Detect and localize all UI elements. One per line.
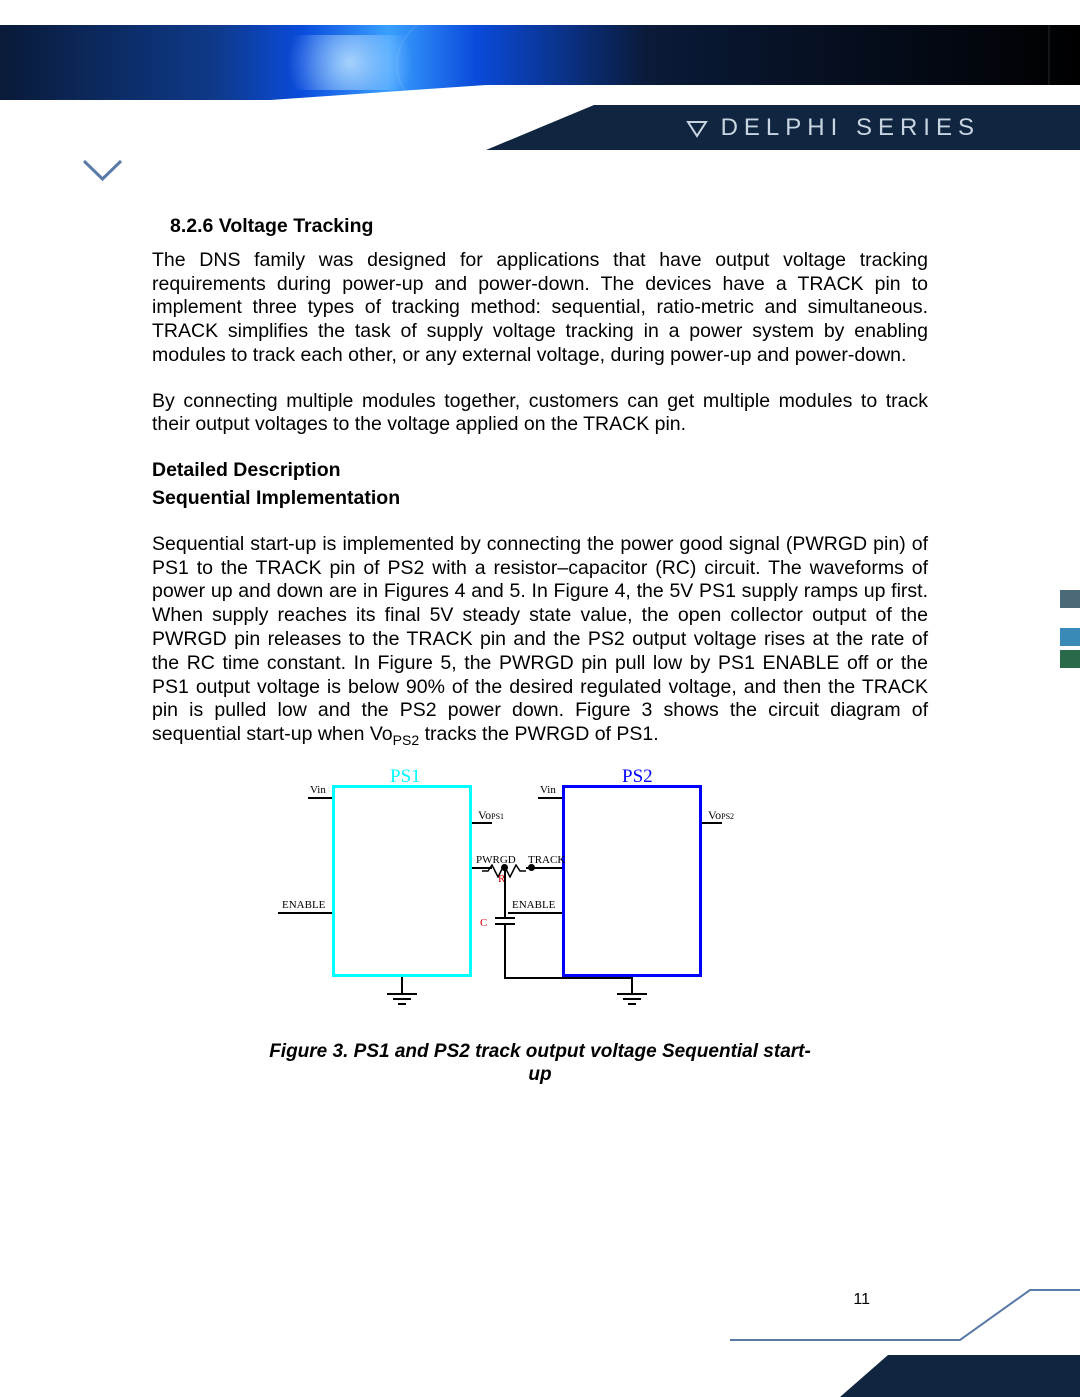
header-blue-band: DELPHI SERIES <box>0 25 1080 100</box>
ps1-vo-label: VoPS1 <box>478 808 504 823</box>
brand-triangle-icon <box>685 116 709 140</box>
ps2-vo-label: VoPS2 <box>708 808 734 823</box>
circuit-diagram: PS1 PS2 Vin ENABLE VoPS1 PWRGD Vin TRACK… <box>260 767 820 1025</box>
side-tab-gap <box>1060 612 1080 624</box>
brand-text: DELPHI SERIES <box>721 114 980 142</box>
wire <box>631 977 633 993</box>
brand-block: DELPHI SERIES <box>685 114 980 142</box>
ground-icon <box>617 993 647 1013</box>
wire <box>504 869 506 917</box>
page-content: 8.2.6 Voltage Tracking The DNS family wa… <box>152 215 928 1106</box>
subheading-detailed: Detailed Description <box>152 459 928 483</box>
ps1-vin-label: Vin <box>310 784 326 797</box>
ps1-box <box>332 785 472 977</box>
footer-dark-corner <box>840 1355 1080 1397</box>
wire <box>401 977 403 993</box>
ps2-enable-label: ENABLE <box>512 899 555 912</box>
page-footer: 11 <box>0 1297 1080 1397</box>
paragraph-1: The DNS family was designed for applicat… <box>152 249 928 368</box>
wire <box>504 925 506 977</box>
side-tab-3 <box>1060 650 1080 668</box>
side-tab-1 <box>1060 590 1080 608</box>
ground-icon <box>387 993 417 1013</box>
header-dark-band: DELPHI SERIES <box>0 105 1080 150</box>
chevron-down-icon <box>80 155 125 185</box>
side-tabs <box>1060 590 1080 672</box>
section-heading: 8.2.6 Voltage Tracking <box>170 215 928 239</box>
para3-part-b: tracks the PWRGD of PS1. <box>419 723 658 745</box>
figure-caption: Figure 3. PS1 and PS2 track output volta… <box>260 1040 820 1086</box>
paragraph-3: Sequential start-up is implemented by co… <box>152 533 928 749</box>
ps2-box <box>562 785 702 977</box>
ps2-vin-label: Vin <box>540 784 556 797</box>
node-dot <box>528 864 535 871</box>
page-header: DELPHI SERIES DELPHI SERIES <box>0 0 1080 150</box>
capacitor-label: C <box>480 917 487 930</box>
side-tab-2 <box>1060 628 1080 646</box>
wire <box>504 977 633 979</box>
subheading-sequential: Sequential Implementation <box>152 487 928 511</box>
para3-subscript: PS2 <box>393 732 420 748</box>
paragraph-2: By connecting multiple modules together,… <box>152 390 928 438</box>
para3-part-a: Sequential start-up is implemented by co… <box>152 533 928 745</box>
figure-3: PS1 PS2 Vin ENABLE VoPS1 PWRGD Vin TRACK… <box>260 767 820 1086</box>
footer-line-art <box>730 1282 1080 1342</box>
ps1-enable-label: ENABLE <box>282 899 325 912</box>
